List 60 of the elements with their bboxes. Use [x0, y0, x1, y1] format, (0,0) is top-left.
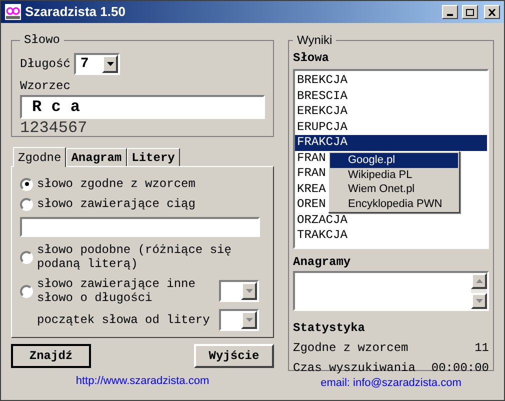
- list-item[interactable]: BRESCIA: [295, 88, 487, 104]
- position-ruler: 1234567: [20, 119, 88, 137]
- caret-icon: [246, 318, 252, 322]
- up-arrow-icon: [476, 279, 482, 283]
- menu-item[interactable]: Wikipedia PL: [330, 168, 458, 182]
- list-item[interactable]: FRAKCJA: [295, 135, 487, 150]
- option-label: słowo podobne (różniące się podaną literą): [37, 243, 232, 271]
- menu-item[interactable]: Wiem Onet.pl: [330, 182, 458, 196]
- tab[interactable]: Litery: [126, 148, 180, 166]
- pattern-field[interactable]: R c a: [20, 95, 265, 119]
- website-link[interactable]: http://www.szaradzista.com: [76, 373, 210, 390]
- dropdown-button[interactable]: [102, 55, 118, 73]
- list-item[interactable]: BREKCJA: [295, 73, 487, 88]
- scroll-down-button[interactable]: [471, 293, 487, 309]
- radio-button[interactable]: [20, 284, 33, 298]
- list-item[interactable]: TRAKCJA: [295, 228, 487, 244]
- window-title: Szaradzista 1.50: [25, 3, 126, 22]
- statistic-label: Zgodne z wzorcem: [293, 340, 408, 357]
- caret-icon: [106, 62, 114, 66]
- group-title: Wyniki: [296, 32, 334, 49]
- words-label: Słowa: [293, 50, 330, 67]
- statistic-value: 00:00:00: [431, 360, 489, 377]
- close-icon[interactable]: [484, 5, 500, 19]
- statistic-value: 11: [474, 340, 489, 357]
- minimize-icon[interactable]: [442, 5, 458, 19]
- pattern-label: Wzorzec: [20, 78, 72, 95]
- anagrams-label: Anagramy: [293, 254, 352, 271]
- menu-item[interactable]: Google.pl: [330, 153, 458, 168]
- option-label: początek słowa od litery: [37, 312, 210, 329]
- length-label: Długość: [20, 56, 70, 73]
- tab[interactable]: Zgodne: [13, 147, 66, 167]
- text-field[interactable]: [20, 217, 260, 237]
- menu-item[interactable]: Encyklopedia PWN: [330, 196, 458, 211]
- exit-button[interactable]: Wyjście: [194, 344, 274, 368]
- app-logo-icon: [5, 4, 21, 20]
- dropdown-button[interactable]: [241, 311, 257, 329]
- option-label: słowo zawierające ciąg: [37, 197, 196, 211]
- find-button[interactable]: Znajdź: [11, 344, 91, 368]
- tab[interactable]: Anagram: [66, 148, 127, 166]
- option-label: słowo zgodne z wzorcem: [37, 177, 196, 191]
- maximize-icon[interactable]: [462, 5, 478, 19]
- statistics-label: Statystyka: [293, 320, 366, 337]
- caret-icon: [246, 289, 252, 293]
- dropdown-button[interactable]: [241, 282, 257, 300]
- radio-button[interactable]: [20, 198, 33, 210]
- length-dropdown[interactable]: 7: [74, 53, 120, 75]
- scroll-up-button[interactable]: [471, 273, 487, 289]
- list-item[interactable]: ERUPCJA: [295, 120, 487, 135]
- radio-button[interactable]: [20, 250, 33, 264]
- group-title: Słowo: [23, 32, 62, 49]
- email-link[interactable]: email: info@szaradzista.com: [320, 375, 462, 392]
- down-arrow-icon: [476, 299, 482, 303]
- radio-button[interactable]: [20, 178, 33, 190]
- scrollbar[interactable]: [471, 273, 487, 309]
- statistic-label: Czas wyszukiwania: [293, 360, 416, 377]
- list-item[interactable]: ORZACJA: [295, 212, 487, 228]
- list-item[interactable]: EREKCJA: [295, 104, 487, 120]
- option-label: słowo zawierające inne słowo o długości: [37, 277, 196, 305]
- length-dropdown[interactable]: [219, 280, 259, 302]
- letter-dropdown[interactable]: [219, 309, 259, 331]
